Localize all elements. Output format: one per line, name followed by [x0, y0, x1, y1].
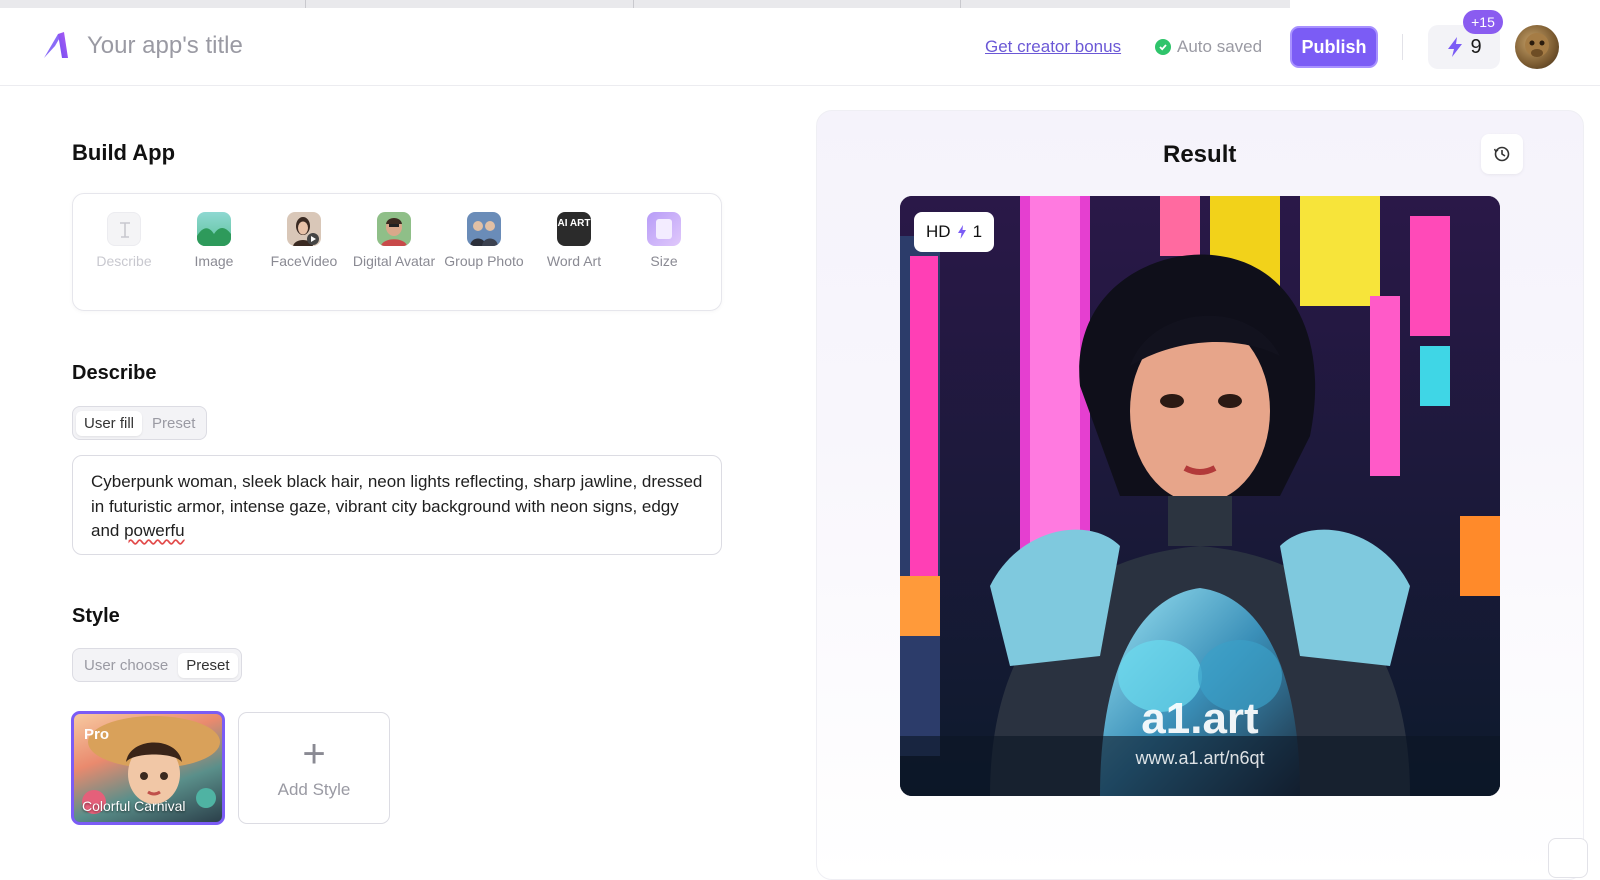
tool-label: Digital Avatar — [352, 253, 436, 269]
tool-group-photo[interactable]: Group Photo — [441, 212, 527, 270]
tool-label: Group Photo — [444, 253, 524, 269]
header-divider — [1402, 34, 1403, 60]
active-tab[interactable] — [1290, 0, 1600, 8]
image-icon — [197, 212, 231, 246]
browser-tab-strip — [0, 0, 1600, 8]
pro-badge: Pro — [84, 726, 110, 743]
tab-divider — [305, 0, 306, 8]
build-tools-panel: Describe Image FaceVideo Digital Avatar … — [72, 193, 722, 311]
result-title: Result — [1163, 141, 1237, 168]
add-style-label: Add Style — [277, 780, 351, 799]
publish-button[interactable]: Publish — [1290, 26, 1378, 68]
tool-label: Size — [650, 253, 678, 269]
style-card-colorful-carnival[interactable]: Pro Colorful Carnival — [71, 711, 225, 825]
tool-label: FaceVideo — [270, 253, 338, 269]
tool-size[interactable]: Size — [621, 212, 707, 270]
history-icon — [1493, 146, 1510, 162]
add-style-button[interactable]: + Add Style — [238, 712, 390, 824]
tool-digital-avatar[interactable]: Digital Avatar — [351, 212, 437, 270]
tool-image[interactable]: Image — [171, 212, 257, 270]
user-avatar[interactable] — [1515, 25, 1559, 69]
describe-title: Describe — [72, 362, 157, 384]
tool-label: Image — [194, 253, 234, 269]
lightning-icon — [957, 225, 966, 239]
creator-bonus-link[interactable]: Get creator bonus — [985, 37, 1121, 57]
app-header: Your app's title Get creator bonus Auto … — [0, 8, 1600, 86]
tab-divider — [633, 0, 634, 8]
lightning-icon — [1448, 37, 1463, 57]
hd-badge[interactable]: HD 1 — [914, 212, 995, 252]
auto-saved-label: Auto saved — [1177, 37, 1263, 56]
mode-preset[interactable]: Preset — [178, 652, 238, 678]
app-title-input[interactable]: Your app's title — [87, 32, 243, 60]
mode-user-fill[interactable]: User fill — [76, 410, 143, 436]
digital-avatar-icon — [377, 212, 411, 246]
style-mode-toggle: User choose Preset — [72, 648, 242, 682]
build-app-title: Build App — [72, 140, 176, 165]
plus-icon: + — [302, 732, 326, 776]
a1-logo-icon[interactable] — [40, 28, 74, 62]
describe-mode-toggle: User fill Preset — [72, 406, 208, 440]
history-button[interactable] — [1481, 134, 1523, 174]
style-title: Style — [72, 605, 120, 627]
style-card-label: Colorful Carnival — [82, 798, 186, 814]
watermark-brand: a1.art — [1141, 694, 1259, 743]
mode-user-choose[interactable]: User choose — [76, 653, 176, 678]
hd-cost: 1 — [972, 222, 983, 241]
size-icon — [647, 212, 681, 246]
prompt-misspelled-word: powerfu — [124, 521, 185, 540]
facevideo-icon — [287, 212, 321, 246]
tab-divider — [960, 0, 961, 8]
credits-count: 9 — [1470, 35, 1482, 58]
describe-prompt-textarea[interactable]: Cyberpunk woman, sleek black hair, neon … — [72, 455, 722, 555]
tool-label: Describe — [96, 253, 152, 269]
auto-saved-status: Auto saved — [1155, 37, 1262, 57]
word-art-icon: AI ART — [557, 212, 591, 246]
result-image[interactable]: HD 1 a1.art www.a1.art/n6qt — [900, 196, 1500, 796]
tool-describe[interactable]: Describe — [81, 212, 167, 270]
tool-word-art[interactable]: AI ART Word Art — [531, 212, 617, 270]
credits-bonus-badge: +15 — [1463, 10, 1503, 34]
help-button[interactable] — [1548, 838, 1588, 878]
hd-label: HD — [926, 222, 951, 241]
mode-preset[interactable]: Preset — [144, 411, 203, 436]
watermark-url: www.a1.art/n6qt — [1135, 748, 1265, 768]
check-icon — [1155, 39, 1171, 55]
text-icon — [107, 212, 141, 246]
tool-label: Word Art — [546, 253, 602, 269]
group-photo-icon — [467, 212, 501, 246]
tool-facevideo[interactable]: FaceVideo — [261, 212, 347, 270]
